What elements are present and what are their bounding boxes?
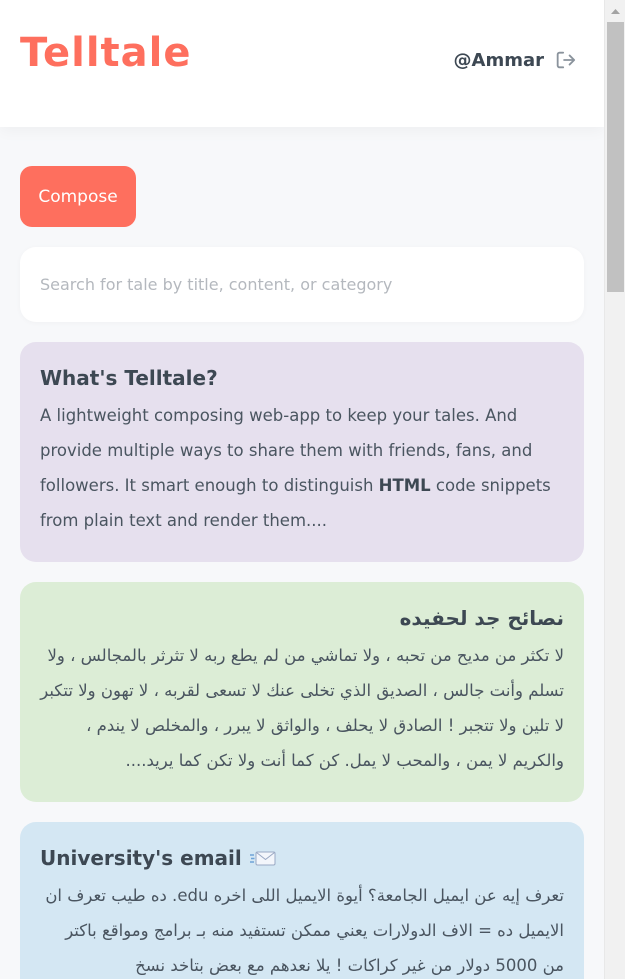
logout-icon[interactable] <box>554 49 576 71</box>
envelope-icon <box>249 848 276 866</box>
page: Telltale @Ammar Compose What's Telltale?… <box>0 0 604 979</box>
tale-excerpt: لا تكثر من مديح من تحبه ، ولا تماشي من ل… <box>40 646 564 770</box>
tale-title: University's email <box>40 846 242 870</box>
tale-title-row: University's email <box>40 846 564 870</box>
user-menu: @Ammar <box>454 49 576 71</box>
search-input[interactable] <box>20 247 584 322</box>
tale-card[interactable]: نصائح جد لحفيده لا تكثر من مديح من تحبه … <box>20 582 584 802</box>
tale-card[interactable]: University's email تعرف إيه عن ايميل الج… <box>20 822 584 979</box>
tale-title: نصائح جد لحفيده <box>399 606 564 630</box>
tale-excerpt: A lightweight composing web-app to keep … <box>40 398 564 538</box>
scrollbar-thumb[interactable] <box>607 22 624 292</box>
tale-title: What's Telltale? <box>40 366 218 390</box>
tale-excerpt: تعرف إيه عن ايميل الجامعة؟ أيوة الايميل … <box>45 886 564 975</box>
search-box <box>20 247 584 322</box>
tale-excerpt-bold: HTML <box>378 476 431 495</box>
scroll-up-arrow-icon[interactable] <box>605 0 625 21</box>
compose-button[interactable]: Compose <box>20 166 136 227</box>
tale-card[interactable]: What's Telltale? A lightweight composing… <box>20 342 584 562</box>
scrollbar[interactable] <box>604 0 625 979</box>
username[interactable]: @Ammar <box>454 50 544 71</box>
app-logo[interactable]: Telltale <box>20 30 191 76</box>
app-header: Telltale @Ammar <box>0 0 604 127</box>
